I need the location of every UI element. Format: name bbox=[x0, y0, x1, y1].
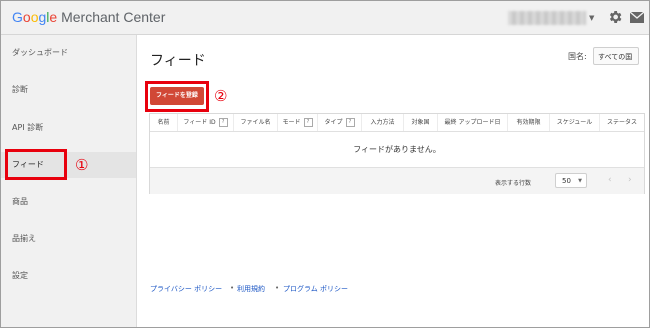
terms-of-service-link[interactable]: 利用規約 bbox=[237, 284, 265, 294]
feed-table: 名前 フィード ID? ファイル名 モード? タイプ? 入力方法 対象国 最終 … bbox=[149, 113, 645, 194]
next-page-button[interactable]: › bbox=[628, 175, 632, 185]
column-header-file-name[interactable]: ファイル名 bbox=[234, 114, 278, 131]
merchant-center-logo[interactable]: Google Merchant Center bbox=[12, 9, 165, 25]
column-header-country[interactable]: 対象国 bbox=[404, 114, 438, 131]
page-title: フィード bbox=[150, 53, 206, 69]
add-feed-button[interactable]: フィードを登録 bbox=[150, 87, 204, 105]
sidebar-item-diagnostics[interactable]: 診断 bbox=[1, 77, 136, 103]
logo-letter: o bbox=[22, 9, 31, 25]
column-header-type[interactable]: タイプ? bbox=[318, 114, 362, 131]
help-icon[interactable]: ? bbox=[345, 118, 355, 127]
column-header-schedule[interactable]: スケジュール bbox=[550, 114, 600, 131]
empty-table-message: フィードがありません。 bbox=[353, 145, 441, 154]
column-header-label: 有効期限 bbox=[516, 119, 541, 126]
column-header-mode[interactable]: モード? bbox=[278, 114, 318, 131]
column-header-label: フィード ID bbox=[183, 119, 216, 126]
help-icon[interactable]: ? bbox=[303, 118, 313, 127]
sidebar-item-dashboard[interactable]: ダッシュボード bbox=[1, 40, 136, 66]
column-header-label: 名前 bbox=[157, 119, 170, 126]
logo-text: Merchant Center bbox=[57, 9, 166, 25]
previous-page-button[interactable]: ‹ bbox=[608, 175, 612, 185]
table-footer: 表示する行数 50 ▼ ‹ › bbox=[150, 167, 644, 194]
chevron-down-icon: ▼ bbox=[578, 178, 582, 184]
column-header-label: スケジュール bbox=[556, 119, 593, 126]
column-header-label: タイプ bbox=[324, 119, 343, 126]
country-select[interactable]: すべての国 bbox=[593, 47, 639, 65]
sidebar-item-api-diagnostics[interactable]: API 診断 bbox=[1, 115, 136, 141]
table-header: 名前 フィード ID? ファイル名 モード? タイプ? 入力方法 対象国 最終 … bbox=[150, 114, 644, 132]
sidebar-item-products[interactable]: 商品 bbox=[1, 189, 136, 215]
rows-per-page-value: 50 bbox=[562, 177, 571, 185]
sidebar-item-assortment[interactable]: 品揃え bbox=[1, 226, 136, 252]
step-2-marker: ② bbox=[214, 87, 228, 105]
footer-separator: • bbox=[275, 284, 280, 292]
program-policy-link[interactable]: プログラム ポリシー bbox=[283, 284, 348, 294]
feed-highlight-box bbox=[5, 149, 67, 180]
country-label: 国名: bbox=[568, 52, 587, 61]
rows-per-page-label: 表示する行数 bbox=[495, 180, 532, 187]
column-header-status[interactable]: ステータス bbox=[600, 114, 644, 131]
logo-letter: G bbox=[12, 9, 23, 25]
gear-icon[interactable] bbox=[607, 9, 623, 25]
column-header-label: 最終 アップロード日 bbox=[444, 119, 501, 126]
sidebar-item-settings[interactable]: 設定 bbox=[1, 263, 136, 289]
help-icon[interactable]: ? bbox=[218, 118, 228, 127]
account-selector[interactable] bbox=[508, 11, 586, 25]
column-header-label: ステータス bbox=[606, 119, 637, 126]
top-bar: Google Merchant Center ▼ bbox=[1, 1, 649, 35]
rows-per-page-select[interactable]: 50 ▼ bbox=[555, 173, 587, 188]
column-header-last-upload[interactable]: 最終 アップロード日 bbox=[438, 114, 508, 131]
column-header-input-method[interactable]: 入力方法 bbox=[362, 114, 404, 131]
mail-icon[interactable] bbox=[630, 12, 644, 23]
footer-separator: • bbox=[230, 284, 235, 292]
column-header-label: 入力方法 bbox=[370, 119, 395, 126]
step-1-marker: ① bbox=[75, 156, 89, 174]
column-header-expiration[interactable]: 有効期限 bbox=[508, 114, 550, 131]
sidebar: ダッシュボード 診断 API 診断 フィード 商品 品揃え 設定 bbox=[1, 35, 137, 327]
chevron-down-icon[interactable]: ▼ bbox=[589, 14, 594, 22]
privacy-policy-link[interactable]: プライバシー ポリシー bbox=[150, 284, 222, 294]
column-header-name[interactable]: 名前 bbox=[150, 114, 178, 131]
column-header-label: ファイル名 bbox=[240, 119, 271, 126]
column-header-feed-id[interactable]: フィード ID? bbox=[178, 114, 234, 131]
column-header-label: 対象国 bbox=[411, 119, 430, 126]
column-header-label: モード bbox=[282, 119, 301, 126]
